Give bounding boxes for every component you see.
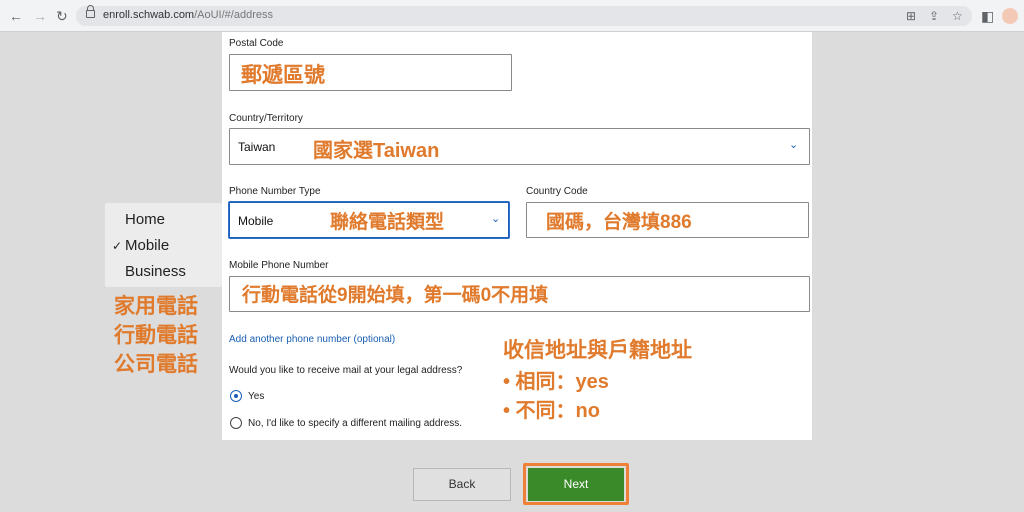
no-radio[interactable] — [230, 417, 242, 429]
country-code-annotation: 國碼，台灣填886 — [546, 212, 692, 233]
bookmark-star-icon[interactable]: ☆ — [952, 9, 963, 23]
country-annotation: 國家選Taiwan — [313, 140, 440, 162]
annotation-business-phone: 公司電話 — [114, 353, 198, 376]
annotation-mail-different: • 不同：no — [503, 400, 600, 422]
address-bar[interactable]: enroll.schwab.com/AoUI/#/address ⊞ ⇪ ☆ — [76, 5, 972, 26]
annotation-mail-same: • 相同：yes — [503, 371, 609, 393]
phone-type-dropdown-menu: Home ✓ Mobile Business — [105, 203, 222, 287]
dropdown-item-home[interactable]: Home — [125, 211, 165, 228]
reload-icon[interactable]: ↻ — [56, 8, 68, 24]
forward-arrow-icon[interactable]: → — [33, 8, 47, 24]
annotation-mobile-phone: 行動電話 — [114, 324, 198, 347]
dropdown-item-mobile[interactable]: Mobile — [125, 237, 169, 254]
back-arrow-icon[interactable]: ← — [9, 8, 23, 24]
dropdown-item-business[interactable]: Business — [125, 263, 186, 280]
annotation-mail-title: 收信地址與戶籍地址 — [503, 339, 692, 362]
share-icon[interactable]: ⇪ — [929, 9, 939, 23]
mobile-number-label: Mobile Phone Number — [229, 260, 329, 271]
country-code-label: Country Code — [526, 186, 588, 197]
lock-icon — [86, 5, 95, 18]
url-path: /AoUI/#/address — [194, 9, 273, 21]
phone-type-annotation: 聯絡電話類型 — [330, 212, 445, 233]
postal-code-annotation: 郵遞區號 — [241, 64, 325, 87]
next-button[interactable]: Next — [528, 468, 624, 501]
url-text: enroll.schwab.com/AoUI/#/address — [103, 9, 273, 21]
postal-code-label: Postal Code — [229, 38, 284, 49]
profile-avatar[interactable] — [1002, 8, 1018, 24]
country-label: Country/Territory — [229, 113, 303, 124]
chevron-down-icon: ⌄ — [789, 139, 799, 151]
phone-type-value: Mobile — [238, 214, 274, 228]
add-phone-link[interactable]: Add another phone number (optional) — [229, 334, 395, 345]
checkmark-icon: ✓ — [112, 239, 123, 253]
browser-toolbar: ← → ↻ enroll.schwab.com/AoUI/#/address ⊞… — [0, 0, 1024, 32]
url-host: enroll.schwab.com — [103, 9, 195, 21]
mobile-number-annotation: 行動電話從9開始填，第一碼0不用填 — [242, 285, 549, 306]
country-value: Taiwan — [238, 140, 276, 154]
translate-icon[interactable]: ⊞ — [906, 9, 916, 23]
no-radio-label[interactable]: No, I'd like to specify a different mail… — [248, 418, 462, 429]
phone-type-label: Phone Number Type — [229, 186, 321, 197]
yes-radio[interactable] — [230, 390, 242, 402]
annotation-home-phone: 家用電話 — [114, 295, 198, 318]
back-button[interactable]: Back — [413, 468, 511, 501]
yes-radio-label[interactable]: Yes — [248, 391, 264, 402]
sidebar-icon[interactable]: ◧ — [981, 8, 994, 24]
chevron-down-icon: ⌄ — [491, 213, 501, 225]
mail-question: Would you like to receive mail at your l… — [229, 365, 463, 376]
